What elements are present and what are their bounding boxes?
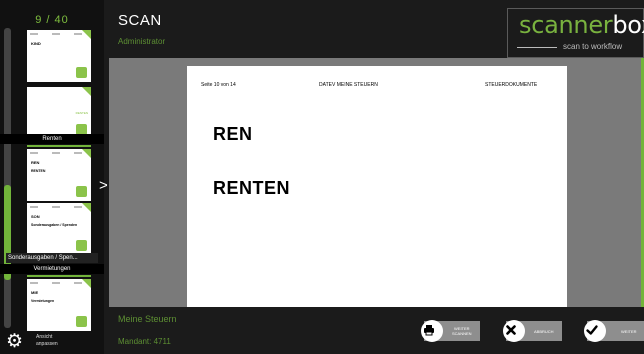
separator-label-vermietungen: Vermietungen [0,264,104,274]
separator-label-renten: Renten [0,134,104,144]
thumbnail-corner-marker [82,87,91,96]
close-icon [506,325,516,335]
thumbnail-corner-marker [82,30,91,39]
thumbnail-subtitle: RENTEN [31,169,46,173]
thumbnail-badge [76,67,87,78]
cancel-button[interactable]: ABBRUCH [503,320,562,342]
thumbnail-header-line [30,206,88,208]
printer-icon [424,325,434,336]
view-settings-button[interactable]: ⚙ Ansicht anpassen [6,330,104,354]
page-header-right: STEUERDOKUMENTE [485,82,538,88]
document-viewer[interactable]: Seite 10 von 14 DATEV MEINE STEUERN STEU… [109,58,644,307]
separator-label-sonderausgaben: Sonderausgaben / Spen... [6,253,98,263]
page-thumbnail[interactable]: MIE Vermietungen [27,279,91,331]
continue-scan-label: WEITER SCANNEN [452,326,472,336]
logo-wordmark: scannerbox [519,12,644,38]
continue-scan-line2: SCANNEN [452,331,472,336]
page-heading-1: REN [213,124,253,144]
thumbnail-title: KIND [31,41,41,46]
logo-part2: box [612,11,644,39]
view-settings-label: Ansicht anpassen [36,334,58,348]
logo-part1: scanner [519,11,613,39]
page-header-center: DATEV MEINE STEUERN [319,82,378,88]
thumbnail-corner-marker [82,203,91,212]
logo-tagline: scan to workflow [563,42,623,51]
thumbnail-side-text: RENTEN [75,111,88,115]
thumbnail-corner-marker [82,279,91,288]
thumbnail-badge [76,186,87,197]
page-heading-2: RENTEN [213,178,291,198]
gear-icon: ⚙ [6,331,24,352]
thumbnail-title: SON [31,214,40,219]
thumbnail-badge [76,316,87,327]
thumbnail-header-line [30,33,88,35]
logo-tagline-line [517,47,557,48]
thumbnail-sidebar: 9 / 40 KIND RENTEN Renten REN RENTEN > S… [0,0,108,354]
cancel-label: ABBRUCH [534,329,554,334]
thumbnail-corner-marker [82,149,91,158]
button-icon-circle [584,320,606,342]
view-settings-line1: Ansicht [36,334,53,340]
user-name: Administrator [118,37,166,46]
page-header-left: Seite 10 von 14 [201,82,236,88]
page-title: SCAN [118,12,162,29]
button-icon-circle [421,320,443,342]
workflow-name: Meine Steuern [118,314,177,324]
button-icon-circle [503,320,525,342]
thumbnail-title: MIE [31,290,39,295]
next-button[interactable]: WEITER [584,320,644,342]
separator-line [27,145,91,147]
thumbnail-header-line [30,152,88,154]
scanned-page: Seite 10 von 14 DATEV MEINE STEUERN STEU… [187,66,567,307]
thumbnail-header-line [30,282,88,284]
checkmark-icon [586,325,598,335]
view-settings-line2: anpassen [36,341,58,347]
thumbnail-subtitle: Vermietungen [31,299,55,303]
current-page-arrow-icon: > [99,177,108,194]
scannerbox-logo: scannerbox scan to workflow [507,8,644,58]
thumbnail-subtitle: Sonderausgaben / Spenden [31,223,78,227]
client-number: Mandant: 4711 [118,337,171,346]
separator-line [27,275,91,277]
page-thumbnail[interactable]: KIND [27,30,91,82]
page-counter: 9 / 40 [35,14,69,26]
thumbnail-badge [76,240,87,251]
thumbnail-scrollbar-track[interactable] [4,28,11,328]
page-thumbnail[interactable]: RENTEN [27,87,91,139]
thumbnail-title: REN [31,160,40,165]
page-thumbnail-current[interactable]: REN RENTEN [27,149,91,201]
continue-scan-button[interactable]: WEITER SCANNEN [421,320,480,342]
page-thumbnail[interactable]: SON Sonderausgaben / Spenden [27,203,91,255]
next-label: WEITER [621,329,637,334]
